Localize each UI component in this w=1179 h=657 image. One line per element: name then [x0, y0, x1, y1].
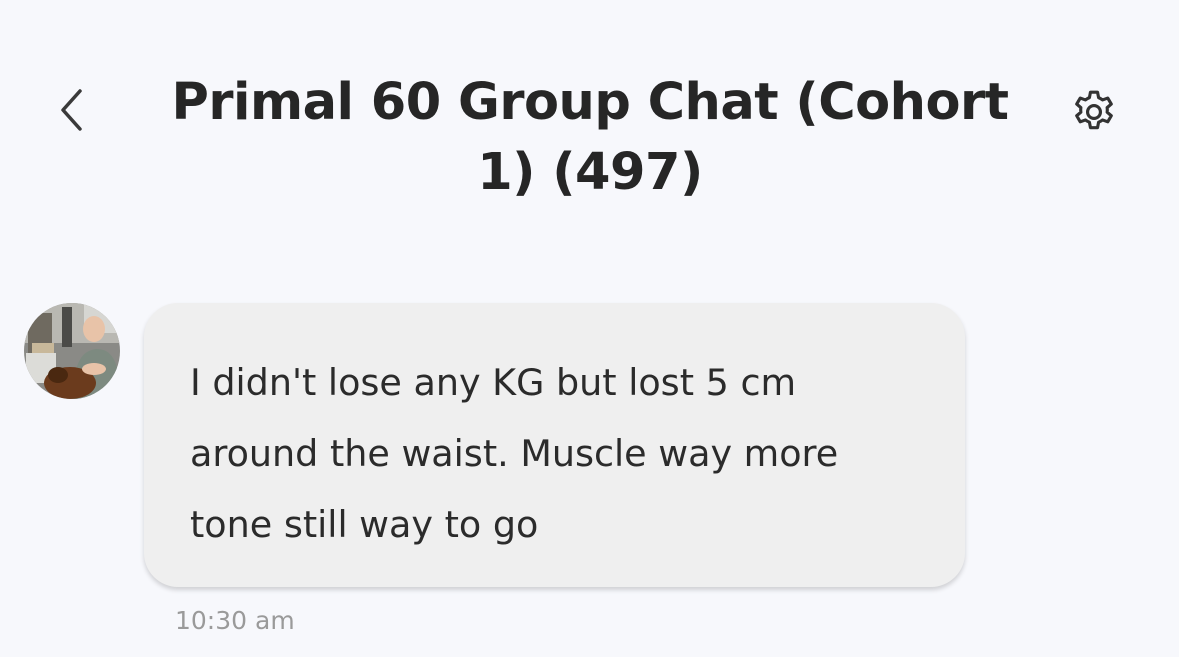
message-timestamp: 10:30 am [175, 606, 295, 635]
message-text: I didn't lose any KG but lost 5 cm aroun… [190, 361, 839, 546]
chat-header: Primal 60 Group Chat (Cohort 1) (497) [0, 0, 1179, 250]
chevron-left-icon [61, 89, 82, 131]
chat-screen: Primal 60 Group Chat (Cohort 1) (497) I … [0, 0, 1179, 657]
back-button[interactable] [44, 82, 100, 138]
message-bubble[interactable]: I didn't lose any KG but lost 5 cm aroun… [144, 303, 965, 587]
gear-icon [1075, 90, 1113, 130]
user-avatar-photo [24, 303, 120, 399]
chat-title: Primal 60 Group Chat (Cohort 1) (497) [171, 73, 1009, 202]
settings-button[interactable] [1064, 82, 1124, 142]
avatar[interactable] [24, 303, 120, 399]
